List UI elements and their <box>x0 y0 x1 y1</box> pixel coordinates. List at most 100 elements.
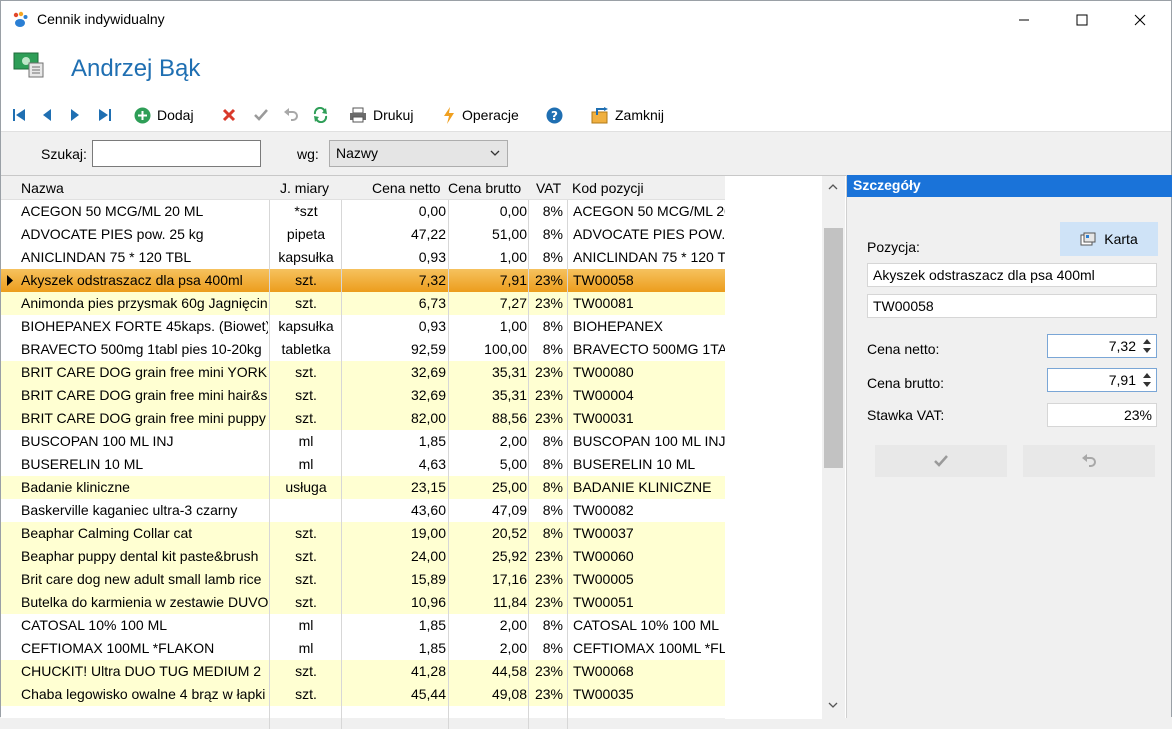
cell-code: BUSERELIN 10 ML <box>573 456 696 472</box>
table-row[interactable]: ACEGON 50 MCG/ML 20 ML *szt 0,00 0,00 8% ACEG… <box>1 200 725 223</box>
table-row[interactable]: ANICLINDAN 75 * 120 TBL kapsułka 0,93 1,00 8… <box>1 246 725 269</box>
table-row[interactable]: Beaphar puppy dental kit paste&brush szt.… <box>1 545 725 568</box>
table-row[interactable]: ADVOCATE PIES pow. 25 kg pipeta 47,22 51,00… <box>1 223 725 246</box>
position-name-field[interactable]: Akyszek odstraszacz dla psa 400ml <box>867 263 1157 287</box>
gross-price-field[interactable]: 7,91 <box>1047 368 1157 392</box>
cell-gross-price: 20,52 <box>491 525 527 541</box>
close-window-button[interactable] <box>1117 1 1163 39</box>
column-header-name[interactable]: Nazwa <box>21 180 64 196</box>
first-record-button[interactable] <box>11 103 27 127</box>
table-row[interactable]: CEFTIOMAX 100ML *FLAKON ml 1,85 2,00 8% CEFTI… <box>1 637 725 660</box>
close-button[interactable]: Zamknij <box>591 103 664 127</box>
help-button[interactable]: ? <box>546 103 563 127</box>
table-row[interactable]: BIOHEPANEX FORTE 45kaps. (Biowet) kapsułk… <box>1 315 725 338</box>
table-row[interactable]: Animonda pies przysmak 60g Jagnięcina szt… <box>1 292 725 315</box>
search-by-select[interactable]: Nazwy <box>329 140 508 167</box>
column-header-net[interactable]: Cena netto <box>372 180 441 196</box>
column-divider <box>341 200 342 729</box>
last-record-button[interactable] <box>97 103 113 127</box>
undo-button[interactable] <box>283 103 299 127</box>
column-header-code[interactable]: Kod pozycji <box>572 180 644 196</box>
cell-vat: 23% <box>534 686 563 702</box>
cell-net-price: 1,85 <box>418 640 446 656</box>
net-price-label: Cena netto: <box>867 341 940 357</box>
cell-unit: kapsułka <box>278 249 334 265</box>
cell-net-price: 6,73 <box>418 295 446 311</box>
cell-code: TW00037 <box>573 525 634 541</box>
table-row[interactable]: Badanie kliniczne usługa 23,15 25,00 8% BADAN… <box>1 476 725 499</box>
table-row-selected[interactable]: Akyszek odstraszacz dla psa 400ml szt. 7,3… <box>1 269 725 292</box>
card-button-label: Karta <box>1104 231 1138 247</box>
table-row[interactable]: BUSCOPAN 100 ML INJ ml 1,85 2,00 8% BUSCOPAN … <box>1 430 725 453</box>
search-input[interactable] <box>92 140 261 167</box>
cell-gross-price: 35,31 <box>491 364 527 380</box>
app-window: Cennik indywidualny Andrzej Bąk Dodaj Dr… <box>0 0 1172 729</box>
spinner-icon[interactable] <box>1140 336 1154 356</box>
card-button[interactable]: Karta <box>1060 222 1158 256</box>
table-row[interactable]: Butelka do karmienia w zestawie DUVO szt.… <box>1 591 725 614</box>
spinner-icon[interactable] <box>1140 370 1154 390</box>
table-row[interactable]: BRIT CARE DOG grain free mini puppy lamb… <box>1 407 725 430</box>
cell-name: Animonda pies przysmak 60g Jagnięcina <box>21 295 268 311</box>
table-row[interactable]: Baskerville kaganiec ultra-3 czarny 43,60… <box>1 499 725 522</box>
table-row[interactable]: Brit care dog new adult small lamb rice s… <box>1 568 725 591</box>
maximize-button[interactable] <box>1059 1 1105 39</box>
cell-vat: 23% <box>534 295 563 311</box>
table-row[interactable]: BUSERELIN 10 ML ml 4,63 5,00 8% BUSERELIN 10 … <box>1 453 725 476</box>
undo-icon <box>1082 454 1096 467</box>
table-row[interactable]: Chaba legowisko owalne 4 brąz w łapki szt… <box>1 683 725 706</box>
previous-record-button[interactable] <box>39 103 55 127</box>
minimize-button[interactable] <box>1001 1 1047 39</box>
table-row[interactable]: BRIT CARE DOG grain free mini YORKSHIRE s… <box>1 361 725 384</box>
cell-gross-price: 5,00 <box>499 456 527 472</box>
net-price-field[interactable]: 7,32 <box>1047 334 1157 358</box>
close-button-label: Zamknij <box>615 107 665 123</box>
table-row[interactable]: CHUCKIT! Ultra DUO TUG MEDIUM 2 szt. 41,28… <box>1 660 725 683</box>
cell-gross-price: 100,00 <box>484 341 527 357</box>
revert-changes-button[interactable] <box>1023 445 1155 477</box>
cell-vat: 8% <box>542 617 563 633</box>
column-header-vat[interactable]: VAT <box>536 180 561 196</box>
vat-rate-label: Stawka VAT: <box>867 407 945 423</box>
print-button[interactable]: Drukuj <box>349 103 413 127</box>
cell-unit: szt. <box>295 548 317 564</box>
first-icon <box>13 109 25 121</box>
cell-net-price: 47,22 <box>410 226 446 242</box>
add-button[interactable]: Dodaj <box>134 103 194 127</box>
cell-name: ACEGON 50 MCG/ML 20 ML <box>21 203 204 219</box>
search-bar: Szukaj: wg: Nazwy <box>1 131 1171 175</box>
table-row[interactable]: BRIT CARE DOG grain free mini hair&skin s… <box>1 384 725 407</box>
next-record-button[interactable] <box>67 103 83 127</box>
cell-gross-price: 7,91 <box>499 272 527 288</box>
vertical-scrollbar[interactable] <box>822 176 845 719</box>
table-row[interactable]: CATOSAL 10% 100 ML ml 1,85 2,00 8% CATOSAL 10… <box>1 614 725 637</box>
cell-vat: 8% <box>542 479 563 495</box>
operations-button[interactable]: Operacje <box>442 103 519 127</box>
cell-unit: szt. <box>295 295 317 311</box>
cell-unit: usługa <box>285 479 327 495</box>
table-row[interactable]: BRAVECTO 500mg 1tabl pies 10-20kg tabletk… <box>1 338 725 361</box>
position-code-field[interactable]: TW00058 <box>867 294 1157 318</box>
vat-rate-field[interactable]: 23% <box>1047 403 1157 427</box>
svg-text:?: ? <box>551 109 558 123</box>
cell-code: BIOHEPANEX <box>573 318 663 334</box>
refresh-button[interactable] <box>312 103 329 127</box>
delete-button[interactable] <box>221 103 237 127</box>
cell-net-price: 23,15 <box>410 479 446 495</box>
column-header-unit[interactable]: J. miary <box>280 180 329 196</box>
column-header-gross[interactable]: Cena brutto <box>448 180 521 196</box>
scrollbar-thumb[interactable] <box>824 228 843 468</box>
cell-code: TW00082 <box>573 502 634 518</box>
price-grid: Nazwa J. miary Cena netto Cena brutto VA… <box>1 175 846 729</box>
scroll-down-icon[interactable] <box>827 700 839 710</box>
add-button-label: Dodaj <box>157 107 194 123</box>
apply-changes-button[interactable] <box>875 445 1007 477</box>
scroll-up-icon[interactable] <box>827 182 839 192</box>
cell-vat: 8% <box>542 640 563 656</box>
table-row[interactable]: Beaphar Calming Collar cat szt. 19,00 20,52… <box>1 522 725 545</box>
cell-name: Butelka do karmienia w zestawie DUVO <box>21 594 268 610</box>
cell-unit: ml <box>298 456 314 472</box>
cell-unit: ml <box>298 617 314 633</box>
confirm-button[interactable] <box>253 103 269 127</box>
cell-unit: szt. <box>295 410 317 426</box>
